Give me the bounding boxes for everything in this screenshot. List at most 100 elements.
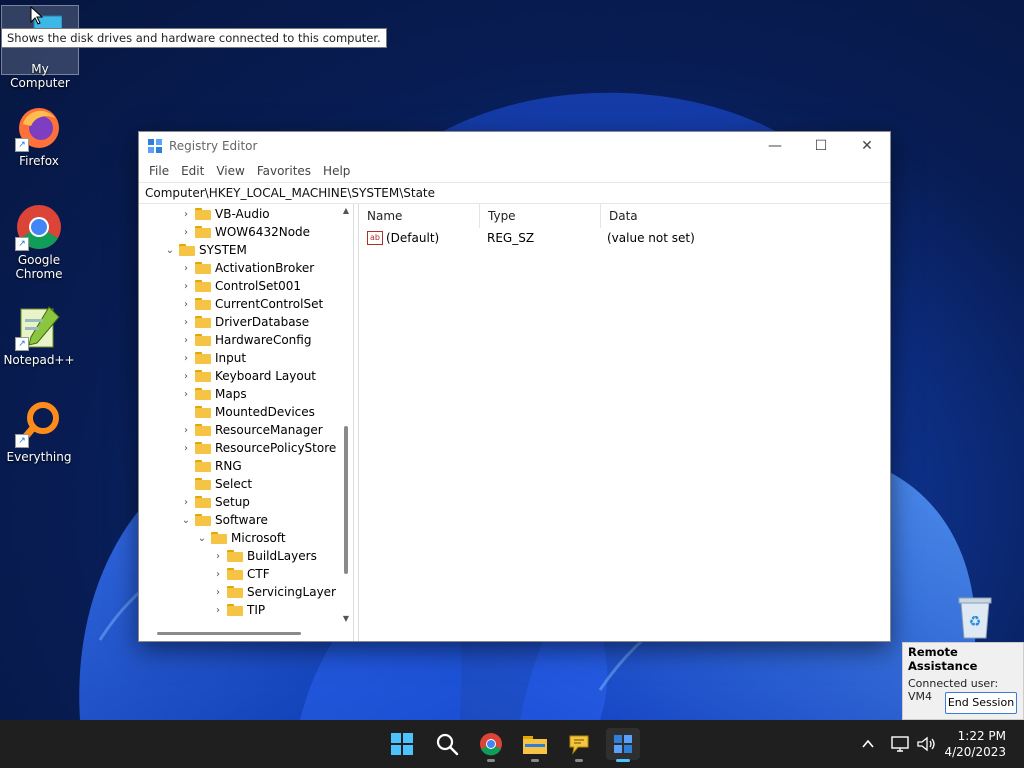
close-button[interactable]: ✕ (844, 132, 890, 160)
tree-node-label: Maps (215, 387, 247, 401)
taskbar-file-explorer-button[interactable] (518, 728, 552, 762)
folder-icon (195, 424, 211, 436)
recycle-bin-icon[interactable]: ♻ (955, 596, 995, 640)
maximize-button[interactable]: ☐ (798, 132, 844, 160)
tree-vertical-scrollbar[interactable]: ▲ ▼ (341, 204, 351, 641)
tree-node[interactable]: › Setup (179, 493, 250, 511)
desktop-icon-everything[interactable]: ↗ Everything (1, 400, 77, 464)
chevron-right-icon[interactable]: › (211, 569, 225, 580)
tree-node[interactable]: › ResourceManager (179, 421, 323, 439)
tree-node-label: ResourcePolicyStore (215, 441, 337, 455)
start-button[interactable] (385, 728, 419, 760)
taskbar-search-button[interactable] (430, 728, 464, 760)
tree-node-label: BuildLayers (247, 549, 317, 563)
chevron-down-icon[interactable]: ⌄ (179, 515, 193, 526)
tree-node[interactable]: › TIP (211, 601, 265, 619)
chevron-right-icon[interactable]: › (179, 209, 193, 220)
tree-node[interactable]: MountedDevices (179, 403, 315, 421)
tree-horizontal-scrollbar[interactable] (157, 632, 301, 635)
desktop-icon-firefox[interactable]: ↗ Firefox (1, 104, 77, 168)
chevron-right-icon[interactable]: › (179, 227, 193, 238)
chevron-right-icon[interactable]: › (179, 353, 193, 364)
desktop-icon-notepadpp[interactable]: ↗ Notepad++ (1, 303, 77, 367)
chevron-right-icon[interactable]: › (179, 425, 193, 436)
tree-node[interactable]: › ActivationBroker (179, 259, 314, 277)
tree-node-label: Microsoft (231, 531, 286, 545)
end-session-button[interactable]: End Session (945, 692, 1017, 714)
taskbar-registry-editor-button[interactable] (606, 728, 640, 762)
taskbar-chrome-button[interactable] (474, 728, 508, 762)
chevron-down-icon[interactable]: ⌄ (195, 533, 209, 544)
column-header-type[interactable]: Type (480, 204, 601, 228)
tree-node[interactable]: › Maps (179, 385, 247, 403)
tree-node[interactable]: RNG (179, 457, 242, 475)
chevron-down-icon[interactable]: ⌄ (163, 245, 177, 256)
tree-node[interactable]: ⌄ Software (179, 511, 268, 529)
title-bar[interactable]: Registry Editor — ☐ ✕ (139, 132, 890, 160)
folder-icon (211, 532, 227, 544)
chevron-right-icon[interactable]: › (179, 389, 193, 400)
tree-node-label: ServicingLayer (247, 585, 336, 599)
tree-node-label: Software (215, 513, 268, 527)
tree-node-label: Keyboard Layout (215, 369, 317, 383)
chevron-right-icon[interactable]: › (179, 317, 193, 328)
system-clock[interactable]: 1:22 PM 4/20/2023 (944, 728, 1006, 760)
folder-icon (227, 550, 243, 562)
show-hidden-icons-button[interactable] (860, 720, 876, 768)
tree-node[interactable]: › ServicingLayer (211, 583, 336, 601)
windows-start-icon (391, 733, 413, 755)
tree-node[interactable]: › DriverDatabase (179, 313, 309, 331)
column-header-name[interactable]: Name (359, 204, 480, 228)
tree-node[interactable]: › BuildLayers (211, 547, 317, 565)
registry-editor-icon (614, 735, 632, 753)
running-indicator (575, 759, 583, 762)
chevron-right-icon[interactable]: › (179, 299, 193, 310)
tree-node[interactable]: › Keyboard Layout (179, 367, 316, 385)
chevron-right-icon[interactable]: › (179, 281, 193, 292)
tree-node[interactable]: › HardwareConfig (179, 331, 311, 349)
values-pane[interactable]: Name Type Data ab (Default) REG_SZ (value… (358, 204, 890, 641)
clock-time: 1:22 PM (957, 729, 1006, 743)
tree-node[interactable]: Select (179, 475, 252, 493)
tree-node[interactable]: › Input (179, 349, 246, 367)
tooltip: Shows the disk drives and hardware conne… (1, 28, 387, 48)
chevron-right-icon[interactable]: › (179, 263, 193, 274)
menu-edit[interactable]: Edit (175, 164, 210, 178)
tree-node[interactable]: › CurrentControlSet (179, 295, 323, 313)
menu-favorites[interactable]: Favorites (251, 164, 317, 178)
menu-help[interactable]: Help (317, 164, 356, 178)
folder-icon (195, 370, 211, 382)
chevron-right-icon[interactable]: › (179, 497, 193, 508)
tree-node[interactable]: ⌄ Microsoft (195, 529, 286, 547)
tree-node[interactable]: › WOW6432Node (179, 223, 310, 241)
chevron-right-icon[interactable]: › (179, 443, 193, 454)
tree-node[interactable]: ⌄ SYSTEM (163, 241, 247, 259)
chevron-right-icon[interactable]: › (179, 371, 193, 382)
shortcut-arrow-icon: ↗ (15, 138, 29, 152)
volume-tray-button[interactable] (916, 720, 938, 768)
tree-node[interactable]: › ControlSet001 (179, 277, 301, 295)
scroll-up-icon[interactable]: ▲ (341, 206, 351, 215)
folder-icon (179, 244, 195, 256)
menu-view[interactable]: View (210, 164, 250, 178)
scroll-thumb[interactable] (344, 426, 348, 574)
chevron-right-icon[interactable]: › (179, 335, 193, 346)
folder-icon (195, 226, 211, 238)
tree-node[interactable]: › CTF (211, 565, 270, 583)
key-tree-pane[interactable]: › VB-Audio › WOW6432Node ⌄ SYSTEM › ActivationB… (139, 204, 354, 641)
minimize-button[interactable]: — (752, 132, 798, 160)
column-header-data[interactable]: Data (601, 204, 809, 228)
address-path[interactable]: Computer\HKEY_LOCAL_MACHINE\SYSTEM\State (145, 186, 435, 200)
address-bar[interactable]: Computer\HKEY_LOCAL_MACHINE\SYSTEM\State (139, 182, 890, 204)
taskbar-chat-button[interactable] (562, 728, 596, 762)
chevron-right-icon[interactable]: › (211, 551, 225, 562)
tree-node[interactable]: › VB-Audio (179, 205, 270, 223)
scroll-down-icon[interactable]: ▼ (341, 614, 351, 623)
tree-node[interactable]: › ResourcePolicyStore (179, 439, 336, 457)
value-row[interactable]: ab (Default) REG_SZ (value not set) (359, 228, 890, 248)
desktop-icon-chrome[interactable]: ↗ Google Chrome (1, 203, 77, 281)
menu-file[interactable]: File (143, 164, 175, 178)
chevron-right-icon[interactable]: › (211, 605, 225, 616)
network-tray-button[interactable] (890, 720, 912, 768)
chevron-right-icon[interactable]: › (211, 587, 225, 598)
